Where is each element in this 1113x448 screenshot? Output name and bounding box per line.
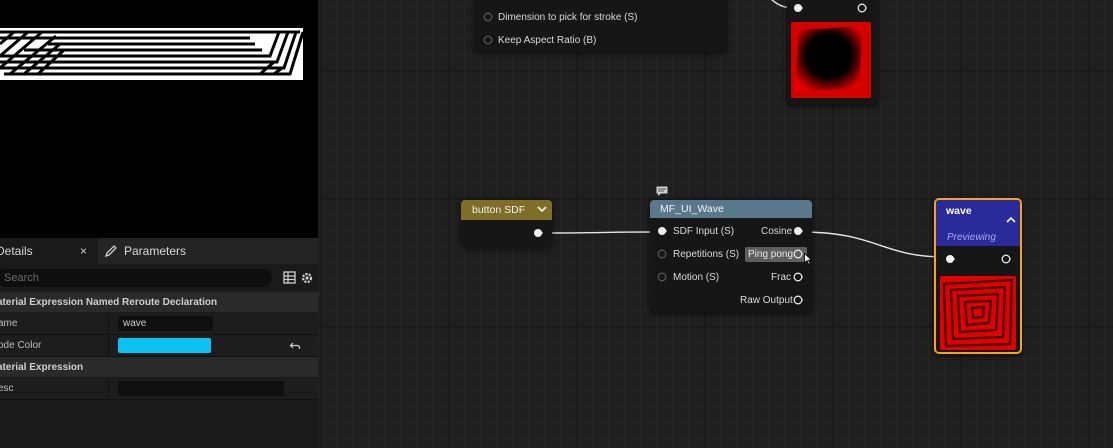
pin-label-repetitions: Repetitions (S) [673,249,740,260]
name-field[interactable]: wave [118,316,213,331]
node-preview-thumbnail [791,22,871,98]
reset-to-default-icon[interactable] [289,340,301,352]
gear-icon[interactable] [300,271,314,285]
tab-details[interactable]: Details × [0,238,98,264]
input-pin-icon[interactable] [657,272,667,282]
property-row-node-color: ode Color [0,335,318,357]
pin-label-cosine: Cosine [761,226,793,237]
node-title: button SDF [472,204,526,216]
texture-node-partial[interactable]: Dimension to pick for stroke (S) Keep As… [475,0,727,52]
pin-label-sdf-input: SDF Input (S) [673,226,735,237]
section-title: aterial Expression [0,361,84,373]
column-divider[interactable] [108,313,109,335]
search-row [0,268,318,290]
input-pin-connected-icon[interactable] [657,226,667,236]
node-header[interactable]: MF_UI_Wave [650,200,812,218]
output-pin-connected-icon[interactable] [533,228,543,238]
mouse-cursor-icon [804,253,812,265]
pin-label-ping-pong: Ping pong [748,249,794,260]
input-pin-icon[interactable] [483,35,493,45]
node-preview-thumbnail [940,276,1016,350]
stripe-preview-image [0,28,303,80]
search-input[interactable] [0,269,272,287]
chevron-down-icon[interactable] [537,205,547,213]
node-color-swatch[interactable] [118,338,211,353]
desc-field[interactable] [118,381,284,396]
property-label-desc: esc [0,383,14,394]
input-pin-icon[interactable] [657,249,667,259]
output-pin-icon[interactable] [793,272,803,282]
tab-parameters[interactable]: Parameters [104,238,224,264]
close-icon[interactable]: × [80,244,87,258]
property-label-node-color: ode Color [0,340,42,351]
pin-label-dimension: Dimension to pick for stroke (S) [498,12,638,23]
output-pin-icon[interactable] [857,3,867,13]
input-pin-connected-icon[interactable] [945,254,955,264]
input-pin-icon[interactable] [483,12,493,22]
table-view-icon[interactable] [283,271,296,284]
pencil-icon [104,245,117,258]
output-pin-icon[interactable] [1001,254,1011,264]
left-panel: Details × Parameters Search aterial Expr… [0,0,318,448]
column-divider[interactable] [108,335,109,357]
material-function-node[interactable]: MF_UI_Wave SDF Input (S) Repetitions (S)… [650,200,812,312]
chevron-up-icon[interactable] [1006,216,1016,224]
details-panel: Details × Parameters Search aterial Expr… [0,238,318,448]
tab-parameters-label: Parameters [124,244,187,258]
pin-label-frac: Frac [771,272,791,283]
property-row-name: ame wave [0,313,318,335]
preview-node-partial[interactable] [787,0,878,104]
property-label-name: ame [0,318,18,329]
column-divider[interactable] [108,378,109,400]
wave-reroute-declaration-node[interactable]: wave Previewing [934,198,1022,354]
tab-details-label: Details [0,244,33,258]
output-pin-connected-icon[interactable] [793,226,803,236]
editor-window: Details × Parameters Search aterial Expr… [0,0,1113,448]
input-pin-connected-icon[interactable] [793,3,803,13]
pin-label-raw-output: Raw Output [740,295,793,306]
pin-label-keep-aspect-ratio: Keep Aspect Ratio (B) [498,35,597,46]
details-tab-bar: Details × Parameters [0,238,318,264]
pin-label-motion: Motion (S) [673,272,720,283]
property-row-desc: esc [0,378,318,400]
output-pin-icon[interactable] [793,249,803,259]
section-title: aterial Expression Named Reroute Declara… [0,296,218,308]
node-title: MF_UI_Wave [660,203,724,215]
previewing-status: Previewing [947,232,996,243]
node-title: wave [946,205,972,217]
output-pin-icon[interactable] [793,295,803,305]
material-preview-viewport[interactable] [0,0,318,238]
section-header-material-expression[interactable]: aterial Expression [0,357,318,377]
node-header[interactable]: wave Previewing [936,200,1020,246]
comment-bubble-icon[interactable] [656,186,668,196]
button-sdf-reroute-node[interactable]: button SDF [461,200,552,246]
section-header-reroute-declaration[interactable]: aterial Expression Named Reroute Declara… [0,292,318,312]
